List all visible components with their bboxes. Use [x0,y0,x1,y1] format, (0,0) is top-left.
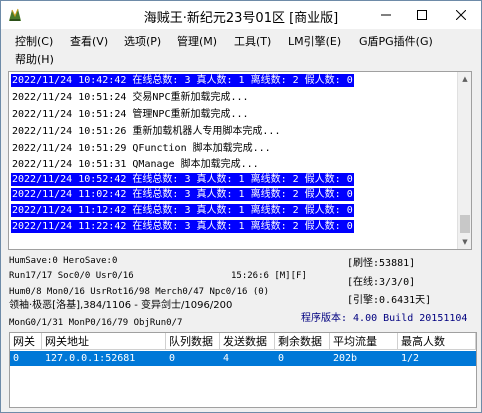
table-cell: 4 [223,353,230,364]
menu-view[interactable]: 查看(V) [68,33,110,51]
maximize-icon [417,10,427,20]
engine-uptime: [引擎:0.6431天] [347,295,432,306]
menu-bar: 控制(C) 查看(V) 选项(P) 管理(M) 工具(T) LM引擎(E) G盾… [1,29,481,69]
column-header[interactable]: 发送数据 [220,333,275,350]
log-line: 2022/11/24 10:52:42 在线总数: 3 真人数: 1 离线数: … [11,173,354,186]
online-count: [在线:3/3/0] [347,277,416,288]
log-scrollbar[interactable]: ▲ ▼ [457,72,471,249]
table-cell: 127.0.0.1:52681 [45,353,136,364]
log-line: 2022/11/24 10:51:24 交易NPC重新加载完成... [12,92,249,103]
column-header[interactable]: 平均流量 [330,333,398,350]
refresh-count: [刷怪:53881] [347,258,416,269]
log-line: 2022/11/24 10:51:31 QManage 脚本加载完成... [12,159,259,170]
minimize-icon [381,14,391,16]
menu-lm-engine[interactable]: LM引擎(E) [286,33,343,51]
scroll-up-icon[interactable]: ▲ [458,72,471,86]
scroll-down-icon[interactable]: ▼ [458,235,471,249]
title-bar[interactable]: 海贼王·新纪元23号01区 [商业版] [1,1,481,29]
table-cell: 202b [333,353,358,364]
table-row[interactable]: 0 127.0.0.1:52681 0 4 0 202b 1/2 [10,351,476,366]
log-line: 2022/11/24 11:12:42 在线总数: 3 真人数: 1 离线数: … [11,204,354,217]
table-cell: 1/2 [401,353,420,364]
log-panel[interactable]: 2022/11/24 10:42:42 在线总数: 3 真人数: 1 离线数: … [8,71,472,250]
log-line: 2022/11/24 11:02:42 在线总数: 3 真人数: 1 离线数: … [11,188,354,201]
status-boss: 领袖·极恶[洛基],384/1106 - 变异剑士/1096/200 [9,300,233,311]
minimize-button[interactable] [369,1,403,29]
table-header: 网关 网关地址 队列数据 发送数据 剩余数据 平均流量 最高人数 [10,333,476,350]
scrollbar-thumb[interactable] [460,215,470,233]
status-run: Run17/17 Soc0/0 Usr0/16 [9,271,134,281]
status-hum: Hum0/8 Mon0/16 UsrRot16/98 Merch0/47 Npc… [9,287,270,297]
table-cell: 0 [169,353,176,364]
column-header[interactable]: 最高人数 [398,333,476,350]
menu-help[interactable]: 帮助(H) [13,51,56,69]
main-window: 海贼王·新纪元23号01区 [商业版] 控制(C) 查看(V) 选项(P) 管理… [0,0,482,413]
column-header[interactable]: 剩余数据 [275,333,330,350]
menu-options[interactable]: 选项(P) [122,33,163,51]
log-line: 2022/11/24 10:51:24 管理NPC重新加载完成... [12,109,249,120]
menu-tools[interactable]: 工具(T) [232,33,273,51]
maximize-button[interactable] [405,1,439,29]
log-line: 2022/11/24 10:51:29 QFunction 脚本加载完成... [12,143,271,154]
log-line: 2022/11/24 10:51:26 重新加载机器人专用脚本完成... [12,126,281,137]
menu-manage[interactable]: 管理(M) [175,33,219,51]
gateway-table[interactable]: 网关 网关地址 队列数据 发送数据 剩余数据 平均流量 最高人数 0 127.0… [9,332,477,408]
table-cell: 0 [13,353,20,364]
log-line: 2022/11/24 10:42:42 在线总数: 3 真人数: 1 离线数: … [11,74,354,87]
menu-control[interactable]: 控制(C) [13,33,55,51]
program-version: 程序版本: 4.00 Build 20151104 [301,313,468,324]
status-time: 15:26:6 [M][F] [231,271,307,281]
menu-gshield-plugin[interactable]: G盾PG插件(G) [357,33,435,51]
column-header[interactable]: 网关 [10,333,42,350]
status-panel: HumSave:0 HeroSave:0 Run17/17 Soc0/0 Usr… [1,251,481,331]
column-header[interactable]: 网关地址 [42,333,166,350]
log-line: 2022/11/24 11:22:42 在线总数: 3 真人数: 1 离线数: … [11,220,354,233]
close-button[interactable] [441,1,481,29]
table-cell: 0 [278,353,285,364]
column-header[interactable]: 队列数据 [166,333,220,350]
close-icon [456,10,466,20]
status-mon: MonG0/1/31 MonP0/16/79 ObjRun0/7 [9,318,183,328]
status-save: HumSave:0 HeroSave:0 [9,256,118,266]
